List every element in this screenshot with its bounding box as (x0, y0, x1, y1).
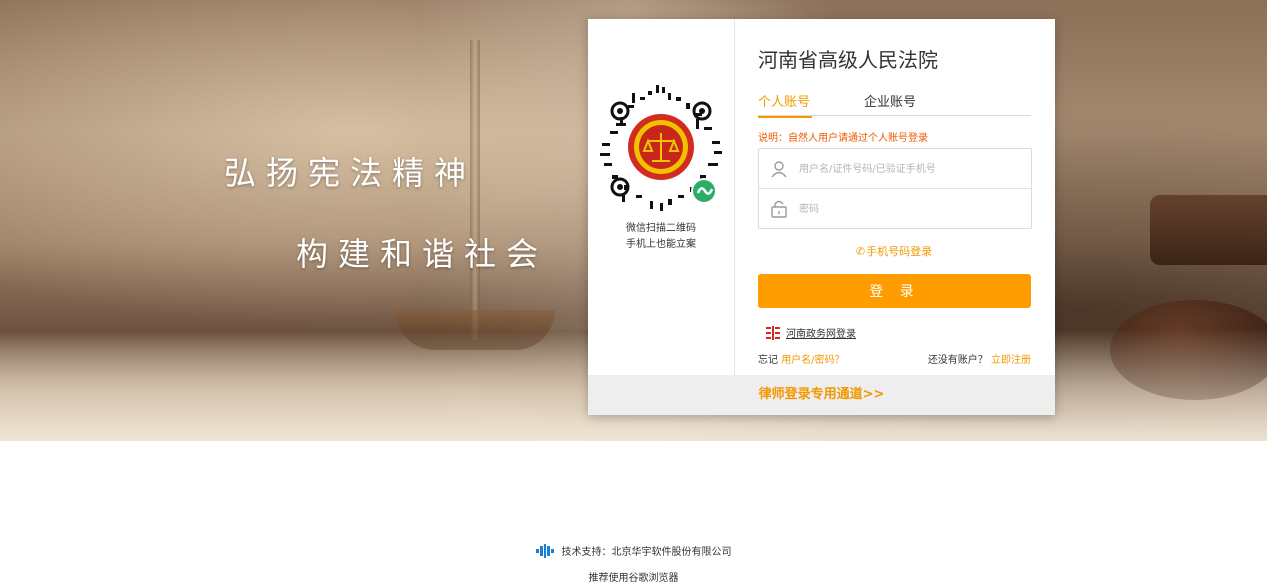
support-text: 技术支持：北京华宇软件股份有限公司 (561, 547, 732, 558)
register-link[interactable]: 立即注册 (991, 355, 1031, 366)
henan-gov-logo-icon (766, 326, 780, 340)
phone-icon: ✆ (855, 245, 866, 258)
slogan-line-2: 构建和谐社会 (296, 235, 549, 273)
court-title: 河南省高级人民法院 (758, 48, 938, 72)
phone-login-label: 手机号码登录 (866, 245, 933, 258)
qr-caption-line-1: 微信扫描二维码 (626, 223, 696, 234)
footer-support: 技术支持：北京华宇软件股份有限公司 (0, 543, 1267, 558)
forgot-prefix: 忘记 (758, 355, 778, 366)
wechat-miniprogram-qr-icon (600, 85, 722, 211)
lawyer-login-channel[interactable]: 律师登录专用通道>> (588, 375, 1055, 415)
user-icon (771, 161, 787, 178)
slogan-line-1: 弘扬宪法精神 (224, 154, 477, 192)
username-input[interactable] (797, 157, 1021, 181)
no-account-text: 还没有账户？ (927, 355, 988, 366)
forgot-credentials-link[interactable]: 用户名/密码？ (781, 355, 844, 366)
tab-company-account[interactable]: 企业账号 (864, 91, 916, 110)
qr-caption: 微信扫描二维码 手机上也能立案 (588, 221, 734, 253)
gavel-head-decoration (1150, 195, 1267, 265)
browser-recommendation: 推荐使用谷歌浏览器 (588, 573, 679, 584)
credential-fields (758, 148, 1032, 229)
henan-gov-login-link[interactable]: 河南政务网登录 (786, 329, 856, 340)
qr-caption-line-2: 手机上也能立案 (626, 239, 696, 250)
password-input[interactable] (797, 197, 1021, 221)
qr-section: 微信扫描二维码 手机上也能立案 (588, 19, 735, 375)
account-tabs: 个人账号 企业账号 (758, 91, 1031, 118)
henan-gov-login: 河南政务网登录 (766, 325, 856, 340)
password-row (759, 189, 1031, 228)
phone-login-link[interactable]: ✆手机号码登录 (758, 243, 1030, 259)
lock-icon (771, 200, 787, 218)
login-panel: 微信扫描二维码 手机上也能立案 河南省高级人民法院 个人账号 企业账号 说明：自… (588, 19, 1055, 415)
huayu-logo-icon (535, 544, 554, 558)
login-button[interactable]: 登 录 (758, 274, 1031, 308)
register-area: 还没有账户？ 立即注册 (928, 351, 1031, 366)
account-help-links: 忘记 用户名/密码？ 还没有账户？ 立即注册 (758, 351, 1031, 366)
tab-personal-account[interactable]: 个人账号 (758, 91, 813, 118)
username-row (759, 149, 1031, 189)
login-notice: 说明：自然人用户请通过个人账号登录 (758, 133, 928, 144)
